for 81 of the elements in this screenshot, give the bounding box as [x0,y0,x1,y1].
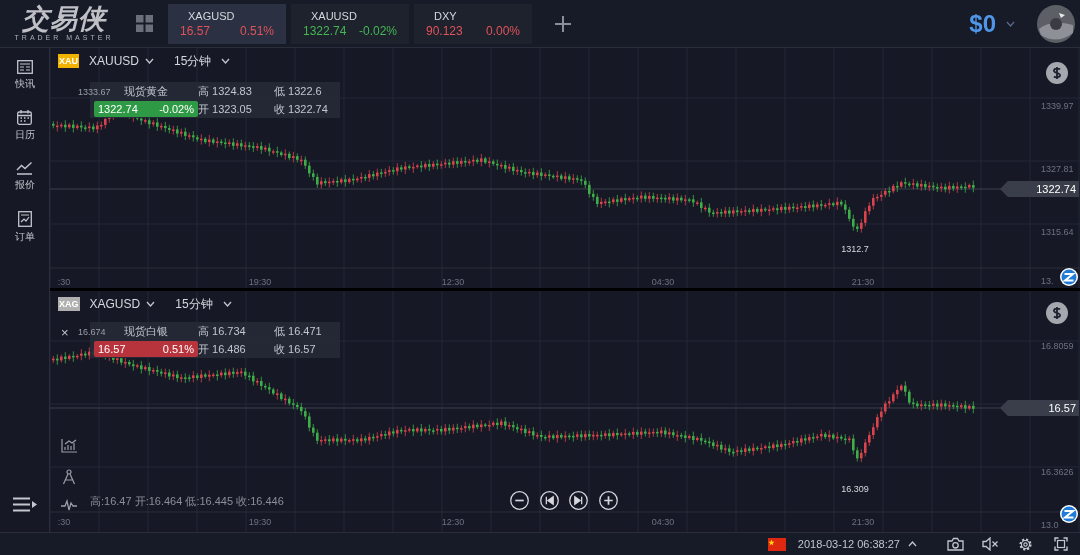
axis-label: 1315.64 [1041,226,1074,239]
axis-label: :30 [56,516,72,529]
axis-label: 12:30 [440,276,466,288]
caret-down-icon [146,301,156,307]
axis-label: 19:30 [247,516,273,529]
interval-dropdown[interactable]: 15分钟 [175,295,232,313]
interval-dropdown[interactable]: 15分钟 [174,52,231,70]
axis-label: 04:30 [650,516,676,529]
caret-down-icon [222,301,232,307]
high-text: 高 1324.83 [198,84,253,99]
fullscreen-icon[interactable] [1054,537,1068,551]
add-icon[interactable] [555,15,571,32]
close-text: 收 1322.74 [274,102,329,117]
min-price-text: 1312.7 [840,243,870,256]
mute-icon[interactable] [982,537,999,551]
calendar-icon [17,110,32,125]
price-change-badge: 16.57 0.51% [94,341,198,357]
axis-label: 1339.97 [1041,100,1074,113]
ticker-tab[interactable]: XAGUSD 16.57 0.51% [168,3,286,44]
close-button[interactable]: × [61,326,69,340]
price-change-badge: 1322.74 -0.02% [94,101,198,117]
balance-dropdown[interactable]: $0 [969,5,1015,42]
high-text: 高 16.734 [198,324,247,339]
ticker-tab[interactable]: DXY 90.123 0.00% [414,3,532,44]
compass-icon[interactable] [62,469,76,485]
previous-button[interactable] [539,491,559,510]
camera-icon[interactable] [947,537,964,551]
order-icon [17,211,32,227]
news-icon [16,60,33,74]
price-tag: 16.57 [1000,400,1079,416]
menu-icon[interactable] [12,497,37,512]
sidebar-item[interactable]: 报价 [2,161,47,191]
axis-label: :30 [56,276,72,288]
axis-label: 16.8059 [1041,340,1074,353]
logo-text: 交易侠 [22,5,106,33]
axis-label: 1327.81 [1041,163,1074,176]
caret-down-icon [145,58,155,64]
axis-label: 21:30 [850,516,876,529]
low-text: 低 1322.6 [274,84,323,99]
next-button[interactable] [569,491,589,510]
price-marker-text: 16.674 [78,326,106,339]
open-text: 开 1323.05 [198,102,253,117]
dollar-icon[interactable] [1046,302,1068,324]
trend-icon [16,161,33,175]
axis-label: 16.3626 [1041,466,1074,479]
price-tag: 1322.74 [1000,181,1079,197]
z-icon[interactable] [1060,268,1078,286]
zoom-out-button[interactable] [510,491,529,510]
caret-down-icon [1006,20,1015,27]
sidebar-item[interactable]: 日历 [2,110,47,141]
open-text: 开 16.486 [198,342,247,357]
axis-label: 13.0 [1041,519,1059,532]
sidebar-item[interactable]: 快讯 [2,60,47,90]
settings-icon[interactable] [1018,536,1033,552]
axis-label: 19:30 [247,276,273,288]
axis-label: 12:30 [440,516,466,529]
symbol-dropdown[interactable]: XAUUSD [89,52,155,70]
axis-label: 21:30 [850,276,876,288]
low-text: 低 16.471 [274,324,323,339]
symbol-badge: XAU [58,54,79,68]
flag-icon[interactable] [767,537,786,551]
close-text: 收 16.57 [274,342,317,357]
axis-label: 13. [1041,275,1054,288]
min-price-text: 16.309 [840,483,870,496]
axis-label: 04:30 [650,276,676,288]
zoom-in-button[interactable] [599,491,619,510]
grid-icon[interactable] [136,15,153,32]
caret-down-icon [221,58,231,64]
sidebar-item[interactable]: 订单 [2,211,47,243]
symbol-badge: XAG [58,297,80,311]
avatar[interactable] [1037,4,1075,43]
price-marker-text: 1333.67 [78,86,111,99]
wave-icon[interactable] [61,499,77,511]
ohlc-text: 高:16.47 开:16.464 低:16.445 收:16.446 [90,494,284,509]
datetime-text: 2018-03-12 06:38:27 [797,536,900,552]
indicator-icon[interactable] [61,439,77,453]
dollar-icon[interactable] [1046,62,1068,84]
caret-up-icon[interactable] [908,541,917,547]
ticker-tab[interactable]: XAUUSD 1322.74 -0.02% [291,3,409,44]
symbol-dropdown[interactable]: XAGUSD [89,295,156,313]
z-icon[interactable] [1060,505,1078,523]
